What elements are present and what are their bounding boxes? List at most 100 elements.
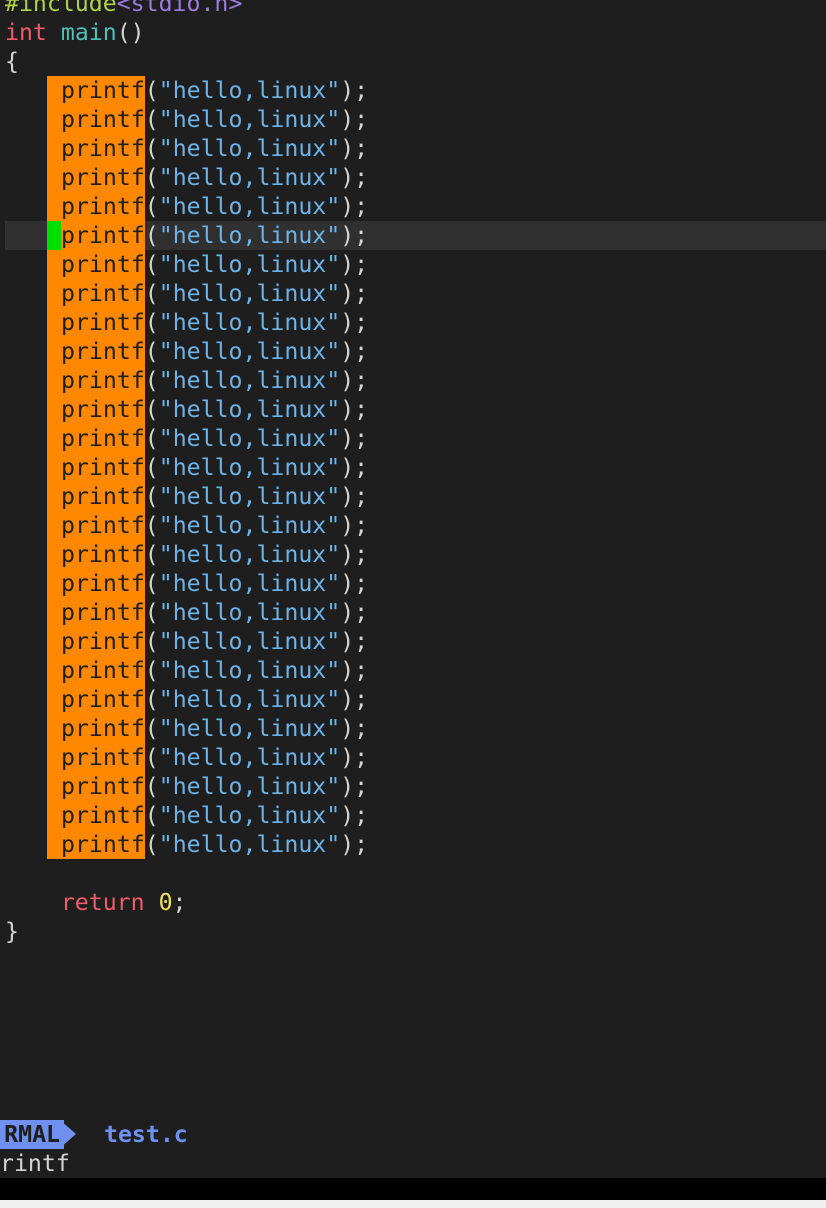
printf-function: printf [61, 164, 145, 191]
text-cursor [47, 221, 61, 250]
printf-string: "hello,linux" [158, 251, 341, 278]
printf-string: "hello,linux" [158, 222, 341, 249]
printf-open-paren: ( [144, 280, 159, 307]
return-keyword: return [60, 889, 145, 916]
code-line-printf: printf("hello,linux"); [0, 453, 826, 482]
printf-function: printf [61, 831, 145, 858]
printf-string: "hello,linux" [158, 512, 341, 539]
open-brace: { [5, 48, 19, 75]
printf-string: "hello,linux" [158, 135, 341, 162]
printf-function: printf [61, 570, 145, 597]
printf-open-paren: ( [144, 831, 159, 858]
printf-close: ); [340, 425, 369, 452]
printf-open-paren: ( [144, 193, 159, 220]
window-bottom-edge [0, 1200, 826, 1208]
printf-string: "hello,linux" [158, 425, 341, 452]
code-line-printf: printf("hello,linux"); [0, 830, 826, 859]
printf-open-paren: ( [144, 541, 159, 568]
printf-open-paren: ( [144, 106, 159, 133]
main-return-type: int [5, 19, 47, 46]
printf-function: printf [61, 135, 145, 162]
printf-close: ); [340, 193, 369, 220]
printf-open-paren: ( [144, 425, 159, 452]
code-line-printf: printf("hello,linux"); [0, 308, 826, 337]
code-line-main: int main() [0, 18, 826, 47]
printf-string: "hello,linux" [158, 367, 341, 394]
printf-string: "hello,linux" [158, 280, 341, 307]
printf-string: "hello,linux" [158, 483, 341, 510]
main-parens: () [116, 19, 145, 46]
printf-open-paren: ( [144, 338, 159, 365]
printf-open-paren: ( [144, 628, 159, 655]
printf-function: printf [61, 280, 145, 307]
printf-close: ); [340, 309, 369, 336]
code-line-printf: printf("hello,linux"); [0, 627, 826, 656]
printf-open-paren: ( [144, 222, 159, 249]
code-line-printf: printf("hello,linux"); [0, 511, 826, 540]
code-line-printf: printf("hello,linux"); [0, 656, 826, 685]
printf-open-paren: ( [144, 512, 159, 539]
printf-open-paren: ( [144, 773, 159, 800]
mode-badge: RMAL [0, 1120, 64, 1149]
main-function-name: main [60, 19, 117, 46]
printf-function: printf [61, 657, 145, 684]
printf-function: printf [61, 541, 145, 568]
printf-string: "hello,linux" [158, 773, 341, 800]
printf-function: printf [61, 483, 145, 510]
printf-function: printf [61, 77, 145, 104]
printf-string: "hello,linux" [158, 338, 341, 365]
printf-close: ); [340, 541, 369, 568]
printf-open-paren: ( [144, 657, 159, 684]
printf-string: "hello,linux" [158, 744, 341, 771]
printf-close: ); [340, 367, 369, 394]
printf-function: printf [61, 512, 145, 539]
printf-close: ); [340, 164, 369, 191]
code-line-printf: printf("hello,linux"); [0, 424, 826, 453]
code-line-printf: printf("hello,linux"); [0, 743, 826, 772]
printf-function: printf [61, 628, 145, 655]
include-directive: #include [5, 0, 117, 17]
code-line-printf: printf("hello,linux"); [0, 598, 826, 627]
printf-string: "hello,linux" [158, 193, 341, 220]
printf-string: "hello,linux" [158, 541, 341, 568]
printf-close: ); [340, 222, 369, 249]
mode-badge-arrow-icon [60, 1120, 76, 1148]
printf-close: ); [340, 396, 369, 423]
printf-function: printf [61, 744, 145, 771]
code-line-open-brace: { [0, 47, 826, 76]
editor-pane[interactable]: #include<stdio.h> int main() { printf("h… [0, 0, 826, 1180]
printf-function: printf [61, 686, 145, 713]
printf-string: "hello,linux" [158, 396, 341, 423]
printf-close: ); [340, 628, 369, 655]
code-line-printf: printf("hello,linux"); [0, 337, 826, 366]
printf-close: ); [340, 802, 369, 829]
printf-string: "hello,linux" [158, 628, 341, 655]
printf-close: ); [340, 715, 369, 742]
code-line-return: return 0; [0, 888, 826, 917]
command-line[interactable]: rintf [0, 1149, 826, 1178]
printf-close: ); [340, 570, 369, 597]
code-line-printf: printf("hello,linux"); [0, 569, 826, 598]
printf-string: "hello,linux" [158, 831, 341, 858]
printf-string: "hello,linux" [158, 599, 341, 626]
printf-open-paren: ( [144, 135, 159, 162]
printf-close: ); [340, 657, 369, 684]
printf-open-paren: ( [144, 599, 159, 626]
printf-function: printf [61, 802, 145, 829]
printf-function: printf [61, 222, 145, 249]
code-line-printf: printf("hello,linux"); [0, 540, 826, 569]
printf-open-paren: ( [144, 309, 159, 336]
printf-function: printf [61, 367, 145, 394]
printf-function: printf [61, 251, 145, 278]
printf-string: "hello,linux" [158, 77, 341, 104]
printf-close: ); [340, 77, 369, 104]
printf-close: ); [340, 599, 369, 626]
printf-string: "hello,linux" [158, 106, 341, 133]
printf-close: ); [340, 512, 369, 539]
code-line-printf: printf("hello,linux"); [0, 105, 826, 134]
printf-function: printf [61, 773, 145, 800]
printf-close: ); [340, 773, 369, 800]
printf-close: ); [340, 106, 369, 133]
printf-string: "hello,linux" [158, 686, 341, 713]
printf-string: "hello,linux" [158, 715, 341, 742]
